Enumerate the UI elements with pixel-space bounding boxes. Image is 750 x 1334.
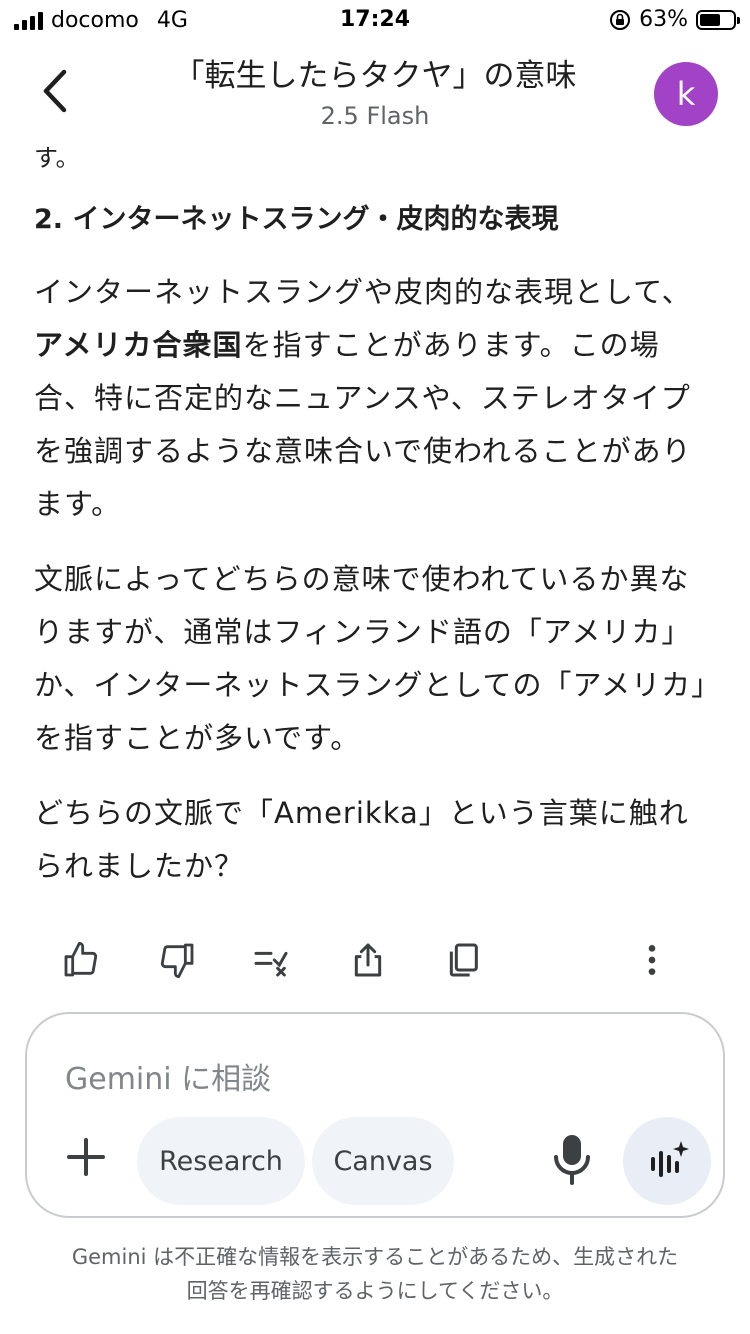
- add-attachment-button[interactable]: [61, 1132, 111, 1182]
- avatar-letter: k: [676, 75, 696, 113]
- disclaimer: Gemini は不正確な情報を表示することがあるため、生成された 回答を再確認す…: [71, 1245, 679, 1303]
- account-avatar[interactable]: k: [654, 62, 718, 126]
- paragraph-2: 文脈によってどちらの意味で使われているか異なりますが、通常はフィンランド語の「ア…: [34, 562, 707, 755]
- plus-icon: [67, 1138, 105, 1176]
- thumb-up-button[interactable]: [56, 935, 106, 985]
- more-vert-icon: [648, 945, 656, 975]
- double-check-button[interactable]: [246, 935, 296, 985]
- model-name[interactable]: 2.5 Flash: [110, 102, 640, 130]
- app-header: 「転生したらタクヤ」の意味 2.5 Flash k: [0, 40, 750, 140]
- thumb-up-icon: [64, 941, 98, 977]
- prompt-input[interactable]: Gemini に相談: [65, 1054, 271, 1098]
- research-chip[interactable]: Research: [137, 1117, 305, 1205]
- battery-icon: [696, 9, 740, 30]
- battery-percent: 63%: [639, 7, 688, 32]
- microphone-button[interactable]: [547, 1131, 597, 1187]
- double-check-icon: [254, 951, 288, 977]
- thumb-down-button[interactable]: [152, 935, 202, 985]
- microphone-icon: [554, 1135, 590, 1185]
- paragraph-3: どちらの文脈で「Amerikka」という言葉に触れられましたか？: [34, 796, 689, 883]
- orientation-lock-icon: [610, 9, 631, 30]
- copy-icon: [449, 943, 478, 977]
- bold-term: アメリカ合衆国: [34, 328, 243, 362]
- paragraph-1: インターネットスラングや皮肉的な表現として、アメリカ合衆国を指すことがあります。…: [34, 275, 692, 521]
- gemini-chat-screen: docomo 4G 17:24 63% 「転生したらタクヤ」の意味 2.5 Fl…: [0, 0, 750, 1334]
- response-content: す。 2. インターネットスラング・皮肉的な表現 インターネットスラングや皮肉的…: [34, 138, 710, 915]
- section-heading: 2. インターネットスラング・皮肉的な表現: [34, 204, 559, 235]
- chat-title[interactable]: 「転生したらタクヤ」の意味: [110, 50, 640, 95]
- battery-fill: [700, 13, 721, 26]
- live-waveform-sparkle-icon: [651, 1141, 689, 1177]
- gemini-live-button[interactable]: [623, 1117, 711, 1205]
- back-button[interactable]: [36, 66, 76, 116]
- more-options-button[interactable]: [627, 935, 677, 985]
- response-actions: [56, 935, 696, 985]
- share-icon: [354, 943, 382, 977]
- canvas-chip[interactable]: Canvas: [312, 1117, 454, 1205]
- copy-button[interactable]: [438, 935, 488, 985]
- share-button[interactable]: [343, 935, 393, 985]
- status-bar: docomo 4G 17:24 63%: [0, 0, 750, 40]
- chevron-left-icon: [43, 69, 67, 113]
- prompt-input-box[interactable]: Gemini に相談 Research Canvas: [25, 1012, 725, 1218]
- thumb-down-icon: [160, 943, 194, 979]
- text-fragment: す。: [34, 144, 80, 172]
